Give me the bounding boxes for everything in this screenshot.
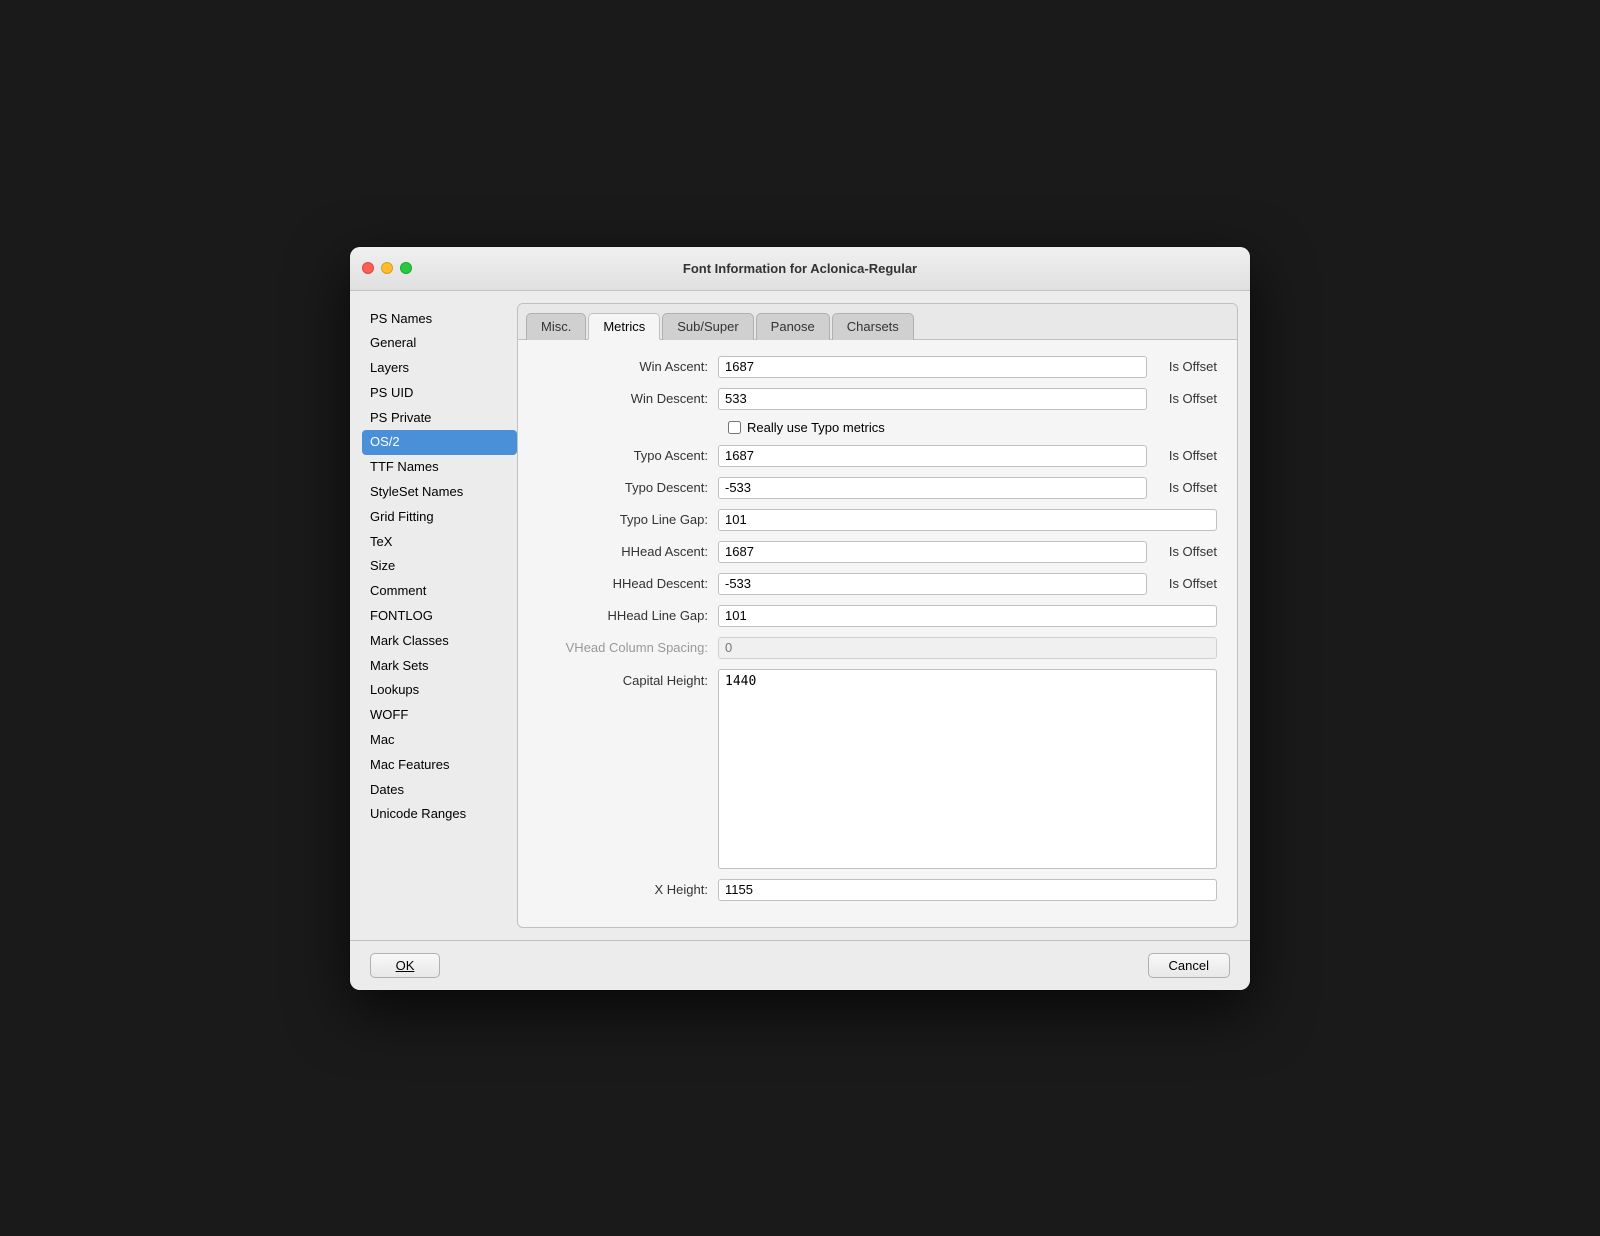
sidebar-item-tex[interactable]: TeX (362, 530, 517, 555)
vhead-column-spacing-input (718, 637, 1217, 659)
capital-height-row: Capital Height: 1440 (538, 669, 1217, 869)
sidebar-item-ps-uid[interactable]: PS UID (362, 381, 517, 406)
sidebar-item-ttf-names[interactable]: TTF Names (362, 455, 517, 480)
sidebar-item-size[interactable]: Size (362, 554, 517, 579)
sidebar-item-woff[interactable]: WOFF (362, 703, 517, 728)
x-height-input[interactable] (718, 879, 1217, 901)
tab-subsuper[interactable]: Sub/Super (662, 313, 753, 340)
sidebar-item-grid-fitting[interactable]: Grid Fitting (362, 505, 517, 530)
typo-ascent-offset: Is Offset (1147, 448, 1217, 463)
win-ascent-offset: Is Offset (1147, 359, 1217, 374)
typo-descent-row: Typo Descent: Is Offset (538, 477, 1217, 499)
win-ascent-row: Win Ascent: Is Offset (538, 356, 1217, 378)
main-panel: Misc.MetricsSub/SuperPanoseCharsets Win … (517, 303, 1238, 928)
minimize-button[interactable] (381, 262, 393, 274)
hhead-line-gap-input[interactable] (718, 605, 1217, 627)
sidebar-item-mark-sets[interactable]: Mark Sets (362, 654, 517, 679)
win-descent-label: Win Descent: (538, 391, 718, 406)
sidebar-item-mark-classes[interactable]: Mark Classes (362, 629, 517, 654)
sidebar-item-ps-private[interactable]: PS Private (362, 406, 517, 431)
sidebar-item-mac[interactable]: Mac (362, 728, 517, 753)
hhead-ascent-input[interactable] (718, 541, 1147, 563)
close-button[interactable] (362, 262, 374, 274)
hhead-ascent-offset: Is Offset (1147, 544, 1217, 559)
x-height-row: X Height: (538, 879, 1217, 901)
hhead-descent-offset: Is Offset (1147, 576, 1217, 591)
win-ascent-input[interactable] (718, 356, 1147, 378)
typo-line-gap-input[interactable] (718, 509, 1217, 531)
cancel-button[interactable]: Cancel (1148, 953, 1230, 978)
sidebar-item-os2[interactable]: OS/2 (362, 430, 517, 455)
win-descent-offset: Is Offset (1147, 391, 1217, 406)
typo-line-gap-label: Typo Line Gap: (538, 512, 718, 527)
typo-ascent-label: Typo Ascent: (538, 448, 718, 463)
sidebar-item-layers[interactable]: Layers (362, 356, 517, 381)
ok-button[interactable]: OK (370, 953, 440, 978)
traffic-lights (362, 262, 412, 274)
hhead-descent-label: HHead Descent: (538, 576, 718, 591)
maximize-button[interactable] (400, 262, 412, 274)
typo-descent-label: Typo Descent: (538, 480, 718, 495)
typo-descent-input[interactable] (718, 477, 1147, 499)
vhead-column-spacing-row: VHead Column Spacing: (538, 637, 1217, 659)
sidebar-item-general[interactable]: General (362, 331, 517, 356)
hhead-ascent-label: HHead Ascent: (538, 544, 718, 559)
footer: OK Cancel (350, 940, 1250, 990)
sidebar: PS NamesGeneralLayersPS UIDPS PrivateOS/… (362, 303, 517, 928)
window-title: Font Information for Aclonica-Regular (683, 261, 917, 276)
sidebar-item-fontlog[interactable]: FONTLOG (362, 604, 517, 629)
sidebar-item-mac-features[interactable]: Mac Features (362, 753, 517, 778)
sidebar-item-comment[interactable]: Comment (362, 579, 517, 604)
vhead-column-spacing-label: VHead Column Spacing: (538, 640, 718, 655)
sidebar-item-styleset-names[interactable]: StyleSet Names (362, 480, 517, 505)
capital-height-textarea[interactable]: 1440 (718, 669, 1217, 869)
really-use-typo-checkbox[interactable] (728, 421, 741, 434)
hhead-descent-input[interactable] (718, 573, 1147, 595)
main-window: Font Information for Aclonica-Regular PS… (350, 247, 1250, 990)
typo-ascent-input[interactable] (718, 445, 1147, 467)
typo-descent-offset: Is Offset (1147, 480, 1217, 495)
form-area: Win Ascent: Is Offset Win Descent: Is Of… (518, 340, 1237, 927)
typo-ascent-row: Typo Ascent: Is Offset (538, 445, 1217, 467)
x-height-label: X Height: (538, 882, 718, 897)
hhead-line-gap-label: HHead Line Gap: (538, 608, 718, 623)
capital-height-label: Capital Height: (538, 669, 718, 688)
content-area: PS NamesGeneralLayersPS UIDPS PrivateOS/… (350, 291, 1250, 940)
hhead-line-gap-row: HHead Line Gap: (538, 605, 1217, 627)
really-use-typo-row: Really use Typo metrics (538, 420, 1217, 435)
sidebar-item-unicode-ranges[interactable]: Unicode Ranges (362, 802, 517, 827)
sidebar-item-lookups[interactable]: Lookups (362, 678, 517, 703)
really-use-typo-label: Really use Typo metrics (747, 420, 885, 435)
sidebar-item-dates[interactable]: Dates (362, 778, 517, 803)
hhead-descent-row: HHead Descent: Is Offset (538, 573, 1217, 595)
tab-misc[interactable]: Misc. (526, 313, 586, 340)
hhead-ascent-row: HHead Ascent: Is Offset (538, 541, 1217, 563)
sidebar-item-ps-names[interactable]: PS Names (362, 307, 517, 332)
win-descent-row: Win Descent: Is Offset (538, 388, 1217, 410)
win-ascent-label: Win Ascent: (538, 359, 718, 374)
titlebar: Font Information for Aclonica-Regular (350, 247, 1250, 291)
tabs-container: Misc.MetricsSub/SuperPanoseCharsets (518, 304, 1237, 340)
tab-metrics[interactable]: Metrics (588, 313, 660, 340)
typo-line-gap-row: Typo Line Gap: (538, 509, 1217, 531)
tab-charsets[interactable]: Charsets (832, 313, 914, 340)
win-descent-input[interactable] (718, 388, 1147, 410)
tab-panose[interactable]: Panose (756, 313, 830, 340)
